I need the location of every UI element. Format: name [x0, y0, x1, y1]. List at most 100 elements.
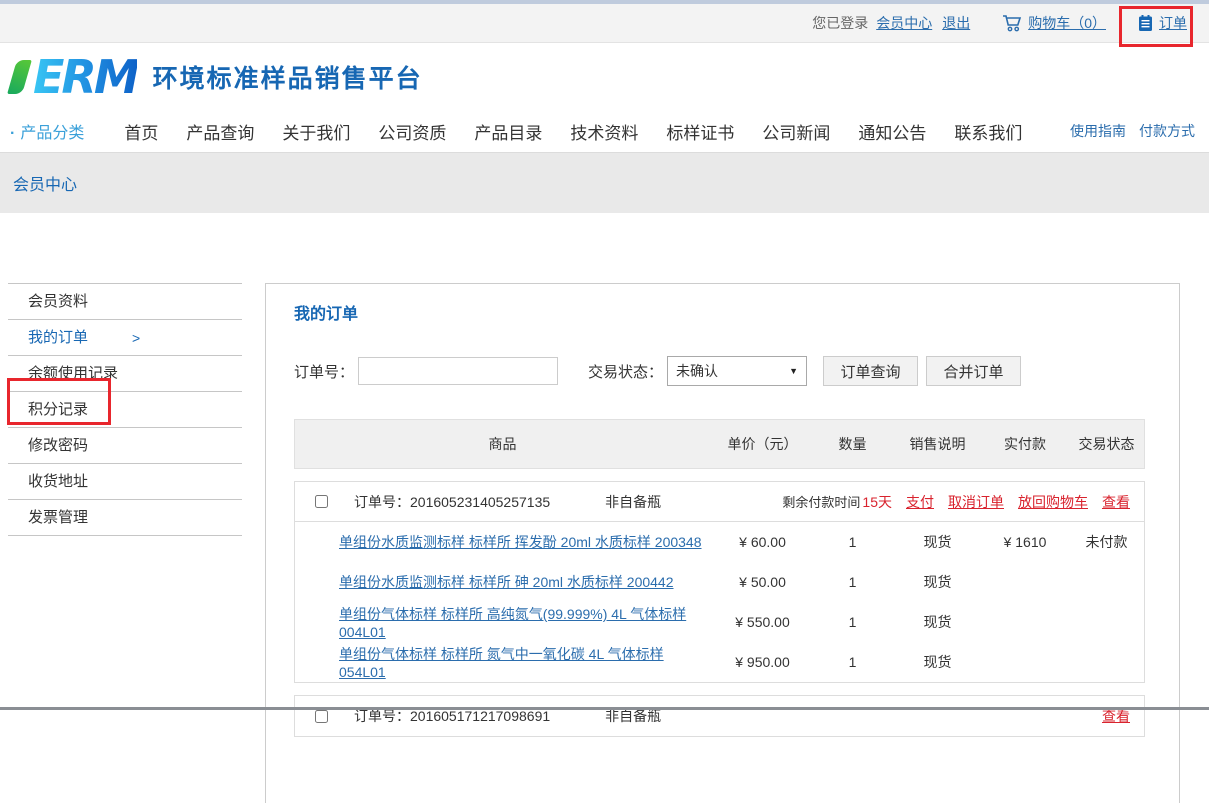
breadcrumb: 会员中心 [13, 171, 77, 195]
my-orders-panel: 我的订单 订单号： 交易状态： 未确认 ▼ 订单查询 合并订单 商品 单价（元）… [265, 283, 1180, 803]
logout-link[interactable]: 退出 [942, 13, 970, 33]
remaining-days: 15天 [862, 492, 892, 512]
nav-item-contact-us[interactable]: 联系我们 [954, 119, 1022, 144]
order-item-row: 单组份水质监测标样 标样所 砷 20ml 水质标样 200442 ¥ 50.00… [295, 562, 1144, 602]
nav-item-sample-certificates[interactable]: 标样证书 [666, 119, 734, 144]
cart-icon [1002, 14, 1022, 32]
sidebar-item-label: 会员资料 [28, 284, 88, 320]
column-header-transaction-status: 交易状态 [1065, 434, 1148, 454]
user-guide-link[interactable]: 使用指南 [1070, 121, 1126, 141]
order-block: 订单号：201605231405257135 非自备瓶 剩余付款时间 15天 支… [294, 481, 1145, 683]
order-no-label: 订单号： [294, 361, 354, 382]
utility-bar: 您已登录 会员中心 退出 购物车（0） 订单 [0, 4, 1209, 43]
bottle-type-label: 非自备瓶 [605, 492, 661, 512]
sales-note: 现货 [890, 532, 985, 552]
order-actions: 剩余付款时间 15天 支付 取消订单 放回购物车 查看 [782, 492, 1130, 512]
quantity: 1 [815, 654, 890, 670]
product-link[interactable]: 单组份水质监测标样 标样所 砷 20ml 水质标样 200442 [339, 574, 674, 590]
chevron-down-icon: ▼ [789, 366, 798, 376]
order-search-button[interactable]: 订单查询 [823, 356, 918, 386]
order-no-input[interactable] [358, 357, 558, 385]
quantity: 1 [815, 574, 890, 590]
unit-price: ¥ 60.00 [710, 534, 815, 550]
order-header-row: 订单号：201605231405257135 非自备瓶 剩余付款时间 15天 支… [295, 482, 1144, 522]
order-item-row: 单组份气体标样 标样所 氮气中一氧化碳 4L 气体标样 054L01 ¥ 950… [295, 642, 1144, 682]
unit-price: ¥ 50.00 [710, 574, 815, 590]
nav-item-home[interactable]: 首页 [124, 119, 158, 144]
member-center-link[interactable]: 会员中心 [876, 13, 932, 33]
quantity: 1 [815, 614, 890, 630]
nav-item-technical-materials[interactable]: 技术资料 [570, 119, 638, 144]
orders-icon [1138, 15, 1153, 32]
nav-item-company-qualifications[interactable]: 公司资质 [378, 119, 446, 144]
payment-methods-link[interactable]: 付款方式 [1139, 121, 1195, 141]
nav-category-product-categories[interactable]: 产品分类 [10, 119, 84, 143]
nav-item-product-search[interactable]: 产品查询 [186, 119, 254, 144]
cancel-order-link[interactable]: 取消订单 [948, 492, 1004, 512]
nav-items: 首页 产品查询 关于我们 公司资质 产品目录 技术资料 标样证书 公司新闻 通知… [124, 119, 1022, 144]
sidebar-item-label: 余额使用记录 [28, 356, 118, 392]
order-items: 单组份水质监测标样 标样所 挥发酚 20ml 水质标样 200348 ¥ 60.… [295, 522, 1144, 682]
nav-item-about-us[interactable]: 关于我们 [282, 119, 350, 144]
order-number: 订单号：201605231405257135 [354, 492, 550, 512]
nav-right-links: 使用指南 付款方式 [1070, 121, 1195, 141]
transaction-status: 未付款 [1065, 532, 1148, 552]
page-title: 我的订单 [294, 300, 1145, 324]
content-area: 会员资料 我的订单 > 余额使用记录 积分记录 修改密码 收货地址 发票管理 我… [0, 283, 1209, 803]
logo-leaf-icon [7, 60, 32, 94]
logo[interactable]: ERM 环境标准样品销售平台 [12, 54, 423, 100]
order-select-checkbox[interactable] [315, 495, 328, 508]
order-item-row: 单组份气体标样 标样所 高纯氮气(99.999%) 4L 气体标样 004L01… [295, 602, 1144, 642]
login-status-text: 您已登录 [812, 13, 868, 33]
order-number-label: 订单号： [354, 494, 410, 510]
pay-link[interactable]: 支付 [906, 492, 934, 512]
return-to-cart-link[interactable]: 放回购物车 [1018, 492, 1088, 512]
sales-note: 现货 [890, 652, 985, 672]
breadcrumb-bar: 会员中心 [0, 152, 1209, 213]
remaining-payment-time-label: 剩余付款时间 [782, 492, 860, 511]
sidebar-item-my-orders[interactable]: 我的订单 > [8, 320, 242, 356]
order-header-row: 订单号：201605171217098691 非自备瓶 查看 [295, 696, 1144, 736]
sidebar-item-label: 收货地址 [28, 464, 88, 500]
nav-item-product-catalog[interactable]: 产品目录 [474, 119, 542, 144]
sidebar-item-balance-records[interactable]: 余额使用记录 [8, 356, 242, 392]
status-select-value: 未确认 [676, 361, 718, 381]
cart-link[interactable]: 购物车（0） [1028, 13, 1106, 33]
order-number-value: 201605231405257135 [410, 494, 550, 510]
order-number-label: 订单号： [354, 708, 410, 724]
order-block: 订单号：201605171217098691 非自备瓶 查看 [294, 695, 1145, 737]
sidebar-item-label: 修改密码 [28, 428, 88, 464]
product-link[interactable]: 单组份水质监测标样 标样所 挥发酚 20ml 水质标样 200348 [339, 534, 702, 550]
orders-link[interactable]: 订单 [1159, 13, 1187, 33]
sidebar-item-shipping-address[interactable]: 收货地址 [8, 464, 242, 500]
view-order-link[interactable]: 查看 [1102, 492, 1130, 512]
unit-price: ¥ 550.00 [710, 614, 815, 630]
sidebar-item-label: 发票管理 [28, 500, 88, 536]
unit-price: ¥ 950.00 [710, 654, 815, 670]
column-header-unit-price: 单价（元） [710, 434, 815, 454]
main-nav: 产品分类 首页 产品查询 关于我们 公司资质 产品目录 技术资料 标样证书 公司… [0, 110, 1209, 152]
column-header-quantity: 数量 [815, 434, 890, 454]
order-item-row: 单组份水质监测标样 标样所 挥发酚 20ml 水质标样 200348 ¥ 60.… [295, 522, 1144, 562]
nav-item-announcements[interactable]: 通知公告 [858, 119, 926, 144]
sidebar-item-label: 积分记录 [28, 392, 88, 428]
sidebar-item-label: 我的订单 [28, 320, 88, 356]
site-title: 环境标准样品销售平台 [153, 59, 423, 95]
order-select-checkbox[interactable] [315, 710, 328, 723]
paid-amount: ¥ 1610 [985, 534, 1065, 550]
column-header-sales-note: 销售说明 [890, 434, 985, 454]
member-sidebar: 会员资料 我的订单 > 余额使用记录 积分记录 修改密码 收货地址 发票管理 [8, 283, 242, 536]
sidebar-item-invoice-management[interactable]: 发票管理 [8, 500, 242, 536]
product-link[interactable]: 单组份气体标样 标样所 高纯氮气(99.999%) 4L 气体标样 004L01 [339, 606, 686, 640]
orders-group: 订单 [1138, 13, 1187, 33]
quantity: 1 [815, 534, 890, 550]
column-header-paid-amount: 实付款 [985, 434, 1065, 454]
column-header-product: 商品 [295, 434, 710, 454]
status-select[interactable]: 未确认 ▼ [667, 356, 807, 386]
product-link[interactable]: 单组份气体标样 标样所 氮气中一氧化碳 4L 气体标样 054L01 [339, 646, 664, 680]
merge-orders-button[interactable]: 合并订单 [926, 356, 1021, 386]
sidebar-item-change-password[interactable]: 修改密码 [8, 428, 242, 464]
sidebar-item-profile[interactable]: 会员资料 [8, 284, 242, 320]
sidebar-item-points-records[interactable]: 积分记录 [8, 392, 242, 428]
nav-item-company-news[interactable]: 公司新闻 [762, 119, 830, 144]
